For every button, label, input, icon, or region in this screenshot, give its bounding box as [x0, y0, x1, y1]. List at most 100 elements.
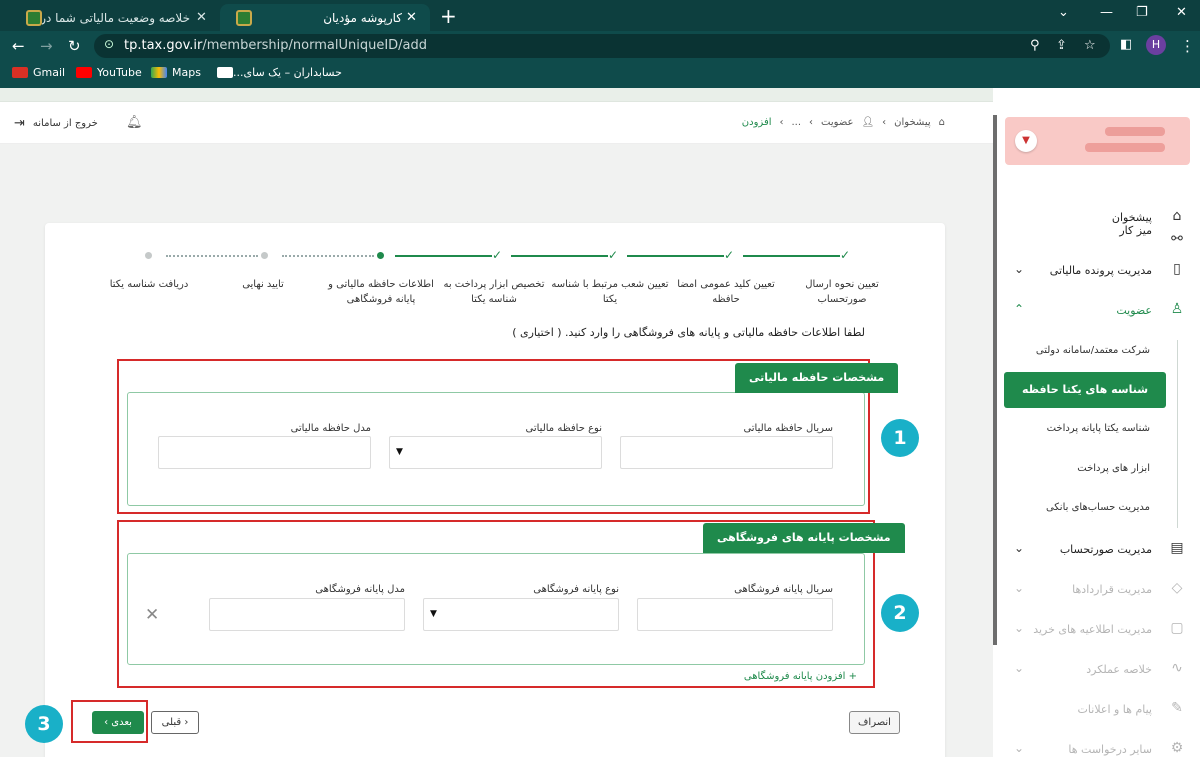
dropdown-arrow-icon: ▼	[430, 609, 437, 619]
new-tab-button[interactable]: +	[440, 4, 457, 28]
profile-avatar[interactable]: H	[1146, 35, 1166, 55]
site-favicon-icon	[236, 9, 252, 26]
step-label: تایید نهایی	[242, 279, 284, 290]
top-navigation: ⇥ خروج از سامانه 🔔︎ ⌂ پیشخوان › 👤︎ عضویت ›... ›…	[0, 102, 993, 144]
sidebar-item-messages[interactable]: ✎ پیام ها و اعلانات	[998, 697, 1190, 723]
breadcrumb: ⌂ پیشخوان › 👤︎ عضویت ›... › افزودن	[740, 117, 945, 128]
tab-close-icon[interactable]: ✕	[406, 10, 417, 25]
terminal-model-input[interactable]	[209, 598, 405, 631]
step-connector	[627, 255, 724, 257]
step-label-current: اطلاعات حافظه مالیاتی و پایانه فروشگاهی	[328, 279, 434, 305]
tab-title: کارپوشه مؤدیان	[323, 10, 402, 25]
logout-icon: ⇥	[14, 116, 25, 131]
chevron-down-icon: ⌄	[1014, 541, 1025, 555]
back-arrow-icon[interactable]: ←	[12, 37, 25, 55]
restore-icon[interactable]: ❐	[1136, 5, 1148, 20]
sidebar-item-membership[interactable]: ♙ عضویت ⌃	[998, 298, 1190, 324]
side-panel-icon[interactable]: ◧	[1120, 37, 1132, 52]
forward-arrow-icon[interactable]: →	[40, 37, 53, 55]
file-icon: ▯	[1173, 261, 1181, 277]
zoom-icon[interactable]: ⚲	[1030, 38, 1040, 53]
user-icon: ♙	[1170, 301, 1184, 317]
browser-tab-karpooshe[interactable]: کارپوشه مؤدیان ✕	[220, 4, 430, 31]
step-check-icon: ✓	[724, 248, 735, 262]
breadcrumb-user-icon: 👤︎	[861, 117, 875, 128]
site-info-icon[interactable]: ⊙	[104, 37, 114, 51]
chevron-up-icon: ⌃	[1014, 302, 1025, 316]
bookmark-youtube[interactable]: YouTube	[76, 66, 142, 79]
bookmark-hesabdaran[interactable]: حسابداران – یک سای...	[212, 66, 342, 79]
previous-button[interactable]: ‹ قبلی	[151, 711, 199, 734]
step-label: تخصیص ابزار پرداخت به شناسه یکتا	[443, 279, 545, 305]
url-bar[interactable]: ⊙ tp.tax.gov.ir/membership/normalUniqueI…	[94, 34, 1110, 58]
step-label: تعیین نحوه ارسال صورتحساب	[805, 279, 879, 305]
annotation-number-1: 1	[881, 419, 919, 457]
browser-tab-bar: خلاصه وضعیت مالیاتی شما در نظا ✕ کارپوشه…	[0, 0, 1200, 31]
window-close-icon[interactable]: ✕	[1176, 5, 1187, 20]
workspace-icon: ⚯	[1171, 231, 1183, 247]
memory-model-input[interactable]	[158, 436, 371, 469]
tab-title: خلاصه وضعیت مالیاتی شما در نظا	[42, 10, 190, 25]
bookmark-maps[interactable]: Maps	[151, 66, 201, 79]
url-text[interactable]: tp.tax.gov.ir/membership/normalUniqueID/…	[124, 38, 427, 53]
memory-model-label: مدل حافظه مالیاتی	[290, 423, 371, 434]
invoice-icon: ▤	[1170, 540, 1184, 556]
tab-close-icon[interactable]: ✕	[196, 10, 207, 25]
step-label: تعیین کلید عمومی امضا حافظه	[677, 279, 775, 305]
tab-search-chevron-icon[interactable]: ⌄	[1058, 5, 1069, 20]
breadcrumb-item[interactable]: عضویت	[821, 117, 853, 128]
chevron-left-icon: ‹	[184, 717, 189, 728]
breadcrumb-item[interactable]: ...	[792, 117, 802, 128]
breadcrumb-current: افزودن	[741, 117, 772, 128]
terminal-serial-input[interactable]	[637, 598, 833, 631]
user-card-chevron-down-icon[interactable]: ▼	[1015, 130, 1037, 152]
sidebar-item-other-requests[interactable]: ⚙ سایر درخواست ها ⌄	[998, 737, 1190, 757]
chevron-down-icon: ⌄	[1014, 581, 1025, 595]
sidebar-item-purchase-notices[interactable]: ▢ مدیریت اطلاعیه های خرید ⌄	[998, 617, 1190, 643]
memory-type-select[interactable]: ▼	[389, 436, 602, 469]
reload-icon[interactable]: ↻	[68, 37, 81, 55]
memory-serial-input[interactable]	[620, 436, 833, 469]
annotation-number-2: 2	[881, 594, 919, 632]
next-button[interactable]: بعدی ›	[92, 711, 144, 734]
sidebar-item-invoices[interactable]: ▤ مدیریت صورتحساب ⌄	[998, 537, 1190, 563]
gmail-icon	[12, 67, 28, 78]
site-favicon-icon	[26, 9, 42, 26]
memory-serial-label: سریال حافظه مالیاتی	[743, 423, 833, 434]
minimize-icon[interactable]: —	[1100, 5, 1113, 20]
notification-bell-icon[interactable]: 🔔︎	[126, 115, 143, 130]
breadcrumb-item[interactable]: پیشخوان	[894, 117, 930, 128]
step-label: تعیین شعب مرتبط با شناسه یکتا	[551, 279, 669, 305]
terminal-type-select[interactable]: ▼	[423, 598, 619, 631]
terminal-section-title: مشخصات پایانه های فروشگاهی	[703, 523, 905, 553]
bookmark-star-icon[interactable]: ☆	[1084, 38, 1096, 53]
sidebar-item-tax-file[interactable]: ▯ مدیریت پرونده مالیاتی ⌄	[998, 258, 1190, 284]
logout-link[interactable]: ⇥ خروج از سامانه	[14, 116, 98, 131]
add-terminal-link[interactable]: + افزودن پایانه فروشگاهی	[700, 671, 857, 682]
terminal-model-label: مدل پایانه فروشگاهی	[315, 584, 405, 595]
form-instruction: لطفا اطلاعات حافظه مالیاتی و پایانه های …	[512, 326, 865, 339]
browser-menu-icon[interactable]: ⋮	[1180, 37, 1195, 55]
browser-tab-tax-summary[interactable]: خلاصه وضعیت مالیاتی شما در نظا ✕	[8, 4, 220, 31]
terminal-serial-label: سریال پایانه فروشگاهی	[734, 584, 833, 595]
sidebar-item-workspace-row[interactable]: ⚯ میز کار	[998, 217, 1190, 247]
message-icon: ✎	[1171, 700, 1183, 716]
sidebar-item-summary[interactable]: ∿ خلاصه عملکرد ⌄	[998, 657, 1190, 683]
share-icon[interactable]: ⇪	[1056, 38, 1067, 53]
step-connector	[166, 255, 258, 257]
request-icon: ⚙	[1170, 740, 1184, 756]
submenu-item-tax-memory-ids[interactable]: شناسه های یکتا حافظه مالیاتی	[1004, 372, 1166, 432]
chevron-down-icon: ⌄	[1014, 661, 1025, 675]
bookmark-gmail[interactable]: Gmail	[12, 66, 65, 79]
step-connector	[282, 255, 374, 257]
cancel-button[interactable]: انصراف	[849, 711, 900, 734]
remove-terminal-icon[interactable]: ✕	[145, 605, 159, 625]
sidebar-item-contracts[interactable]: ◇ مدیریت قراردادها ⌄	[998, 577, 1190, 603]
step-check-icon: ✓	[608, 248, 619, 262]
memory-type-label: نوع حافظه مالیاتی	[525, 423, 602, 434]
chevron-down-icon: ⌄	[1014, 741, 1025, 755]
chevron-down-icon: ⌄	[1014, 621, 1025, 635]
page-scrollbar[interactable]	[993, 115, 997, 645]
maps-icon	[151, 67, 167, 78]
breadcrumb-home-icon: ⌂	[938, 117, 945, 128]
